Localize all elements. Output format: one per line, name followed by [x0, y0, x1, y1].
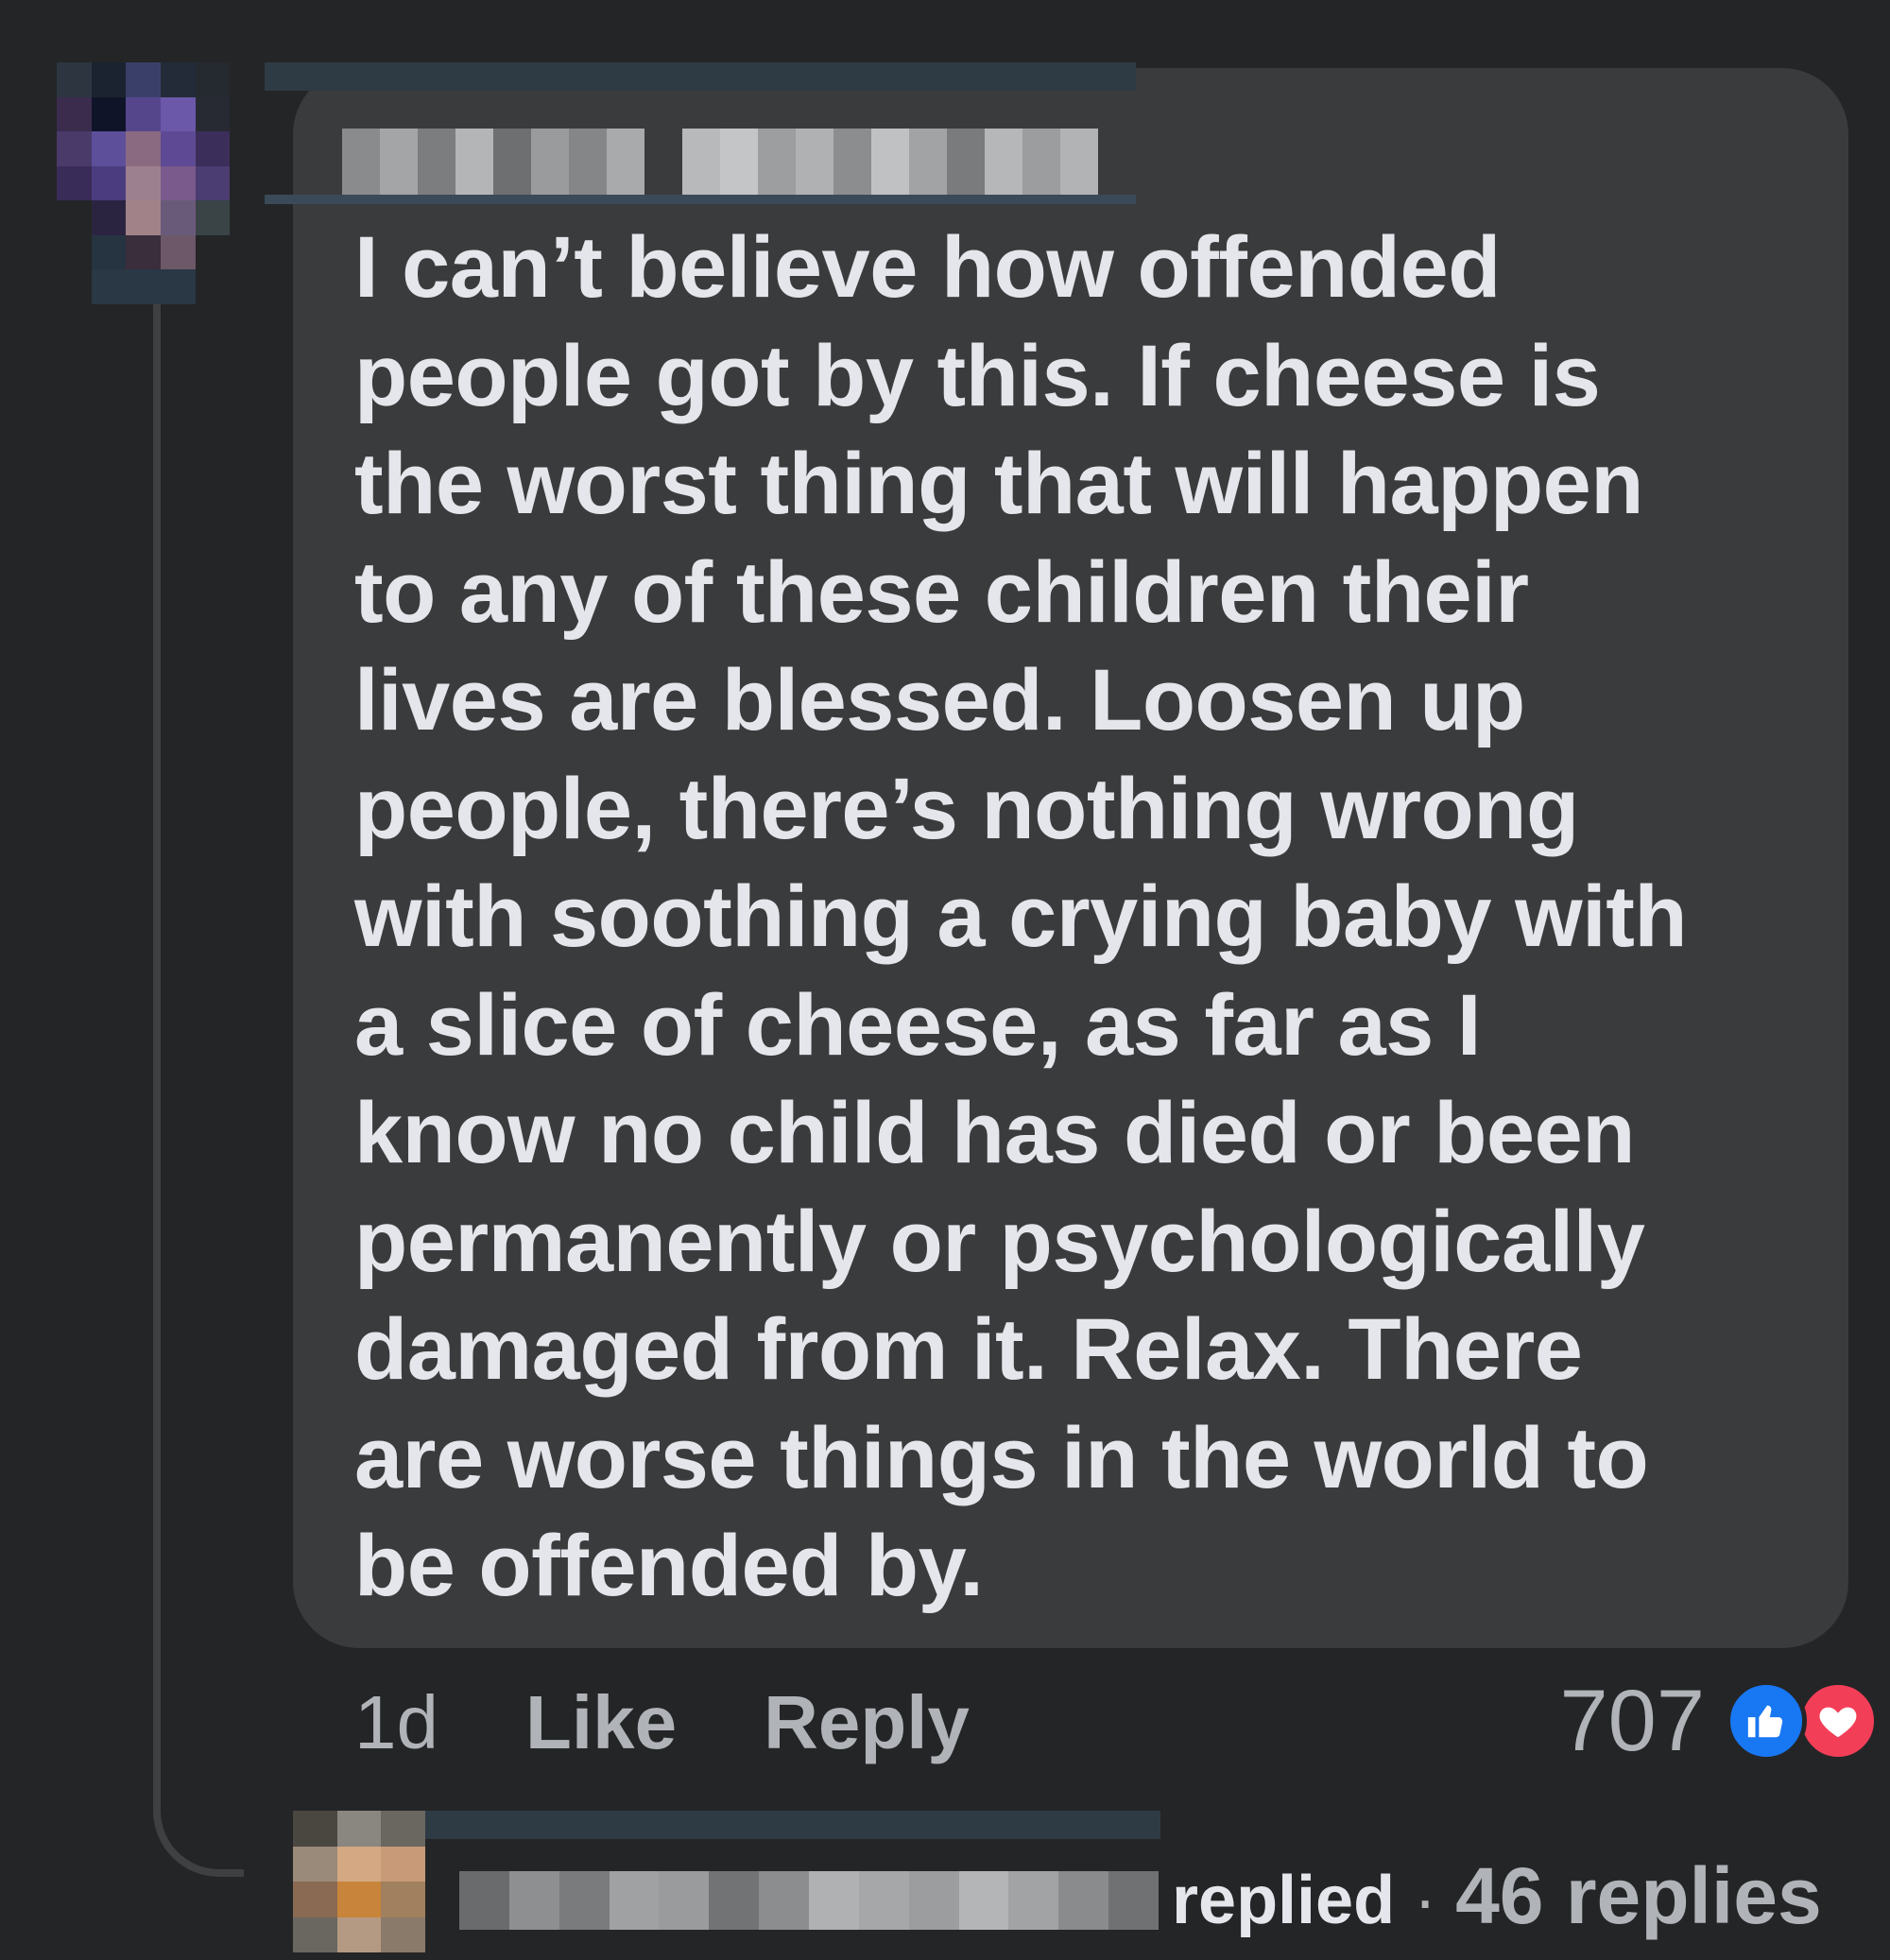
love-icon	[1797, 1680, 1879, 1762]
like-icon	[1726, 1680, 1807, 1762]
comment-line: with soothing a crying baby with	[354, 868, 1688, 965]
reaction-summary[interactable]: 707	[1559, 1669, 1879, 1773]
comment-line: people got by this. If cheese is	[354, 327, 1601, 424]
reply-summary-text: replied · 46 replies	[1172, 1850, 1822, 1942]
comment-line: people, there’s nothing wrong	[354, 760, 1579, 857]
comment-line: the worst thing that will happen	[354, 436, 1643, 532]
comment-text: I can’t believe how offended people got …	[354, 214, 1829, 1621]
comment-line: lives are blessed. Loosen up	[354, 652, 1525, 748]
comment-line: are worse things in the world to	[354, 1409, 1649, 1506]
view-replies-link[interactable]: 46 replies	[1455, 1850, 1822, 1942]
name-redaction-strip	[265, 62, 1136, 91]
comment-line: I can’t believe how offended	[354, 219, 1501, 316]
replied-label: replied	[1172, 1863, 1396, 1938]
reaction-count: 707	[1559, 1672, 1706, 1769]
separator-dot: ·	[1414, 1863, 1437, 1938]
comment-line: damaged from it. Relax. There	[354, 1301, 1583, 1398]
commenter-avatar[interactable]	[57, 62, 265, 304]
comment-line: be offended by.	[354, 1518, 984, 1614]
reply-button[interactable]: Reply	[764, 1679, 970, 1766]
like-button[interactable]: Like	[525, 1679, 677, 1766]
comment-line: know no child has died or been	[354, 1085, 1635, 1181]
comment-line: to any of these children their	[354, 543, 1529, 641]
comment-actions: 1d Like Reply	[354, 1671, 970, 1775]
redacted-name-pixels	[342, 129, 1098, 195]
comment-line: a slice of cheese, as far as I	[354, 976, 1481, 1074]
commenter-name[interactable]	[265, 62, 1136, 204]
name-underline-strip	[265, 195, 1136, 204]
comment-timestamp[interactable]: 1d	[354, 1679, 438, 1766]
thread-connector-line	[153, 301, 244, 1877]
view-replies-row[interactable]: replied · 46 replies	[293, 1811, 1890, 1952]
redacted-replier-name	[459, 1871, 1160, 1930]
comment-line: permanently or psychologically	[354, 1193, 1645, 1290]
replier-avatar	[293, 1811, 425, 1952]
